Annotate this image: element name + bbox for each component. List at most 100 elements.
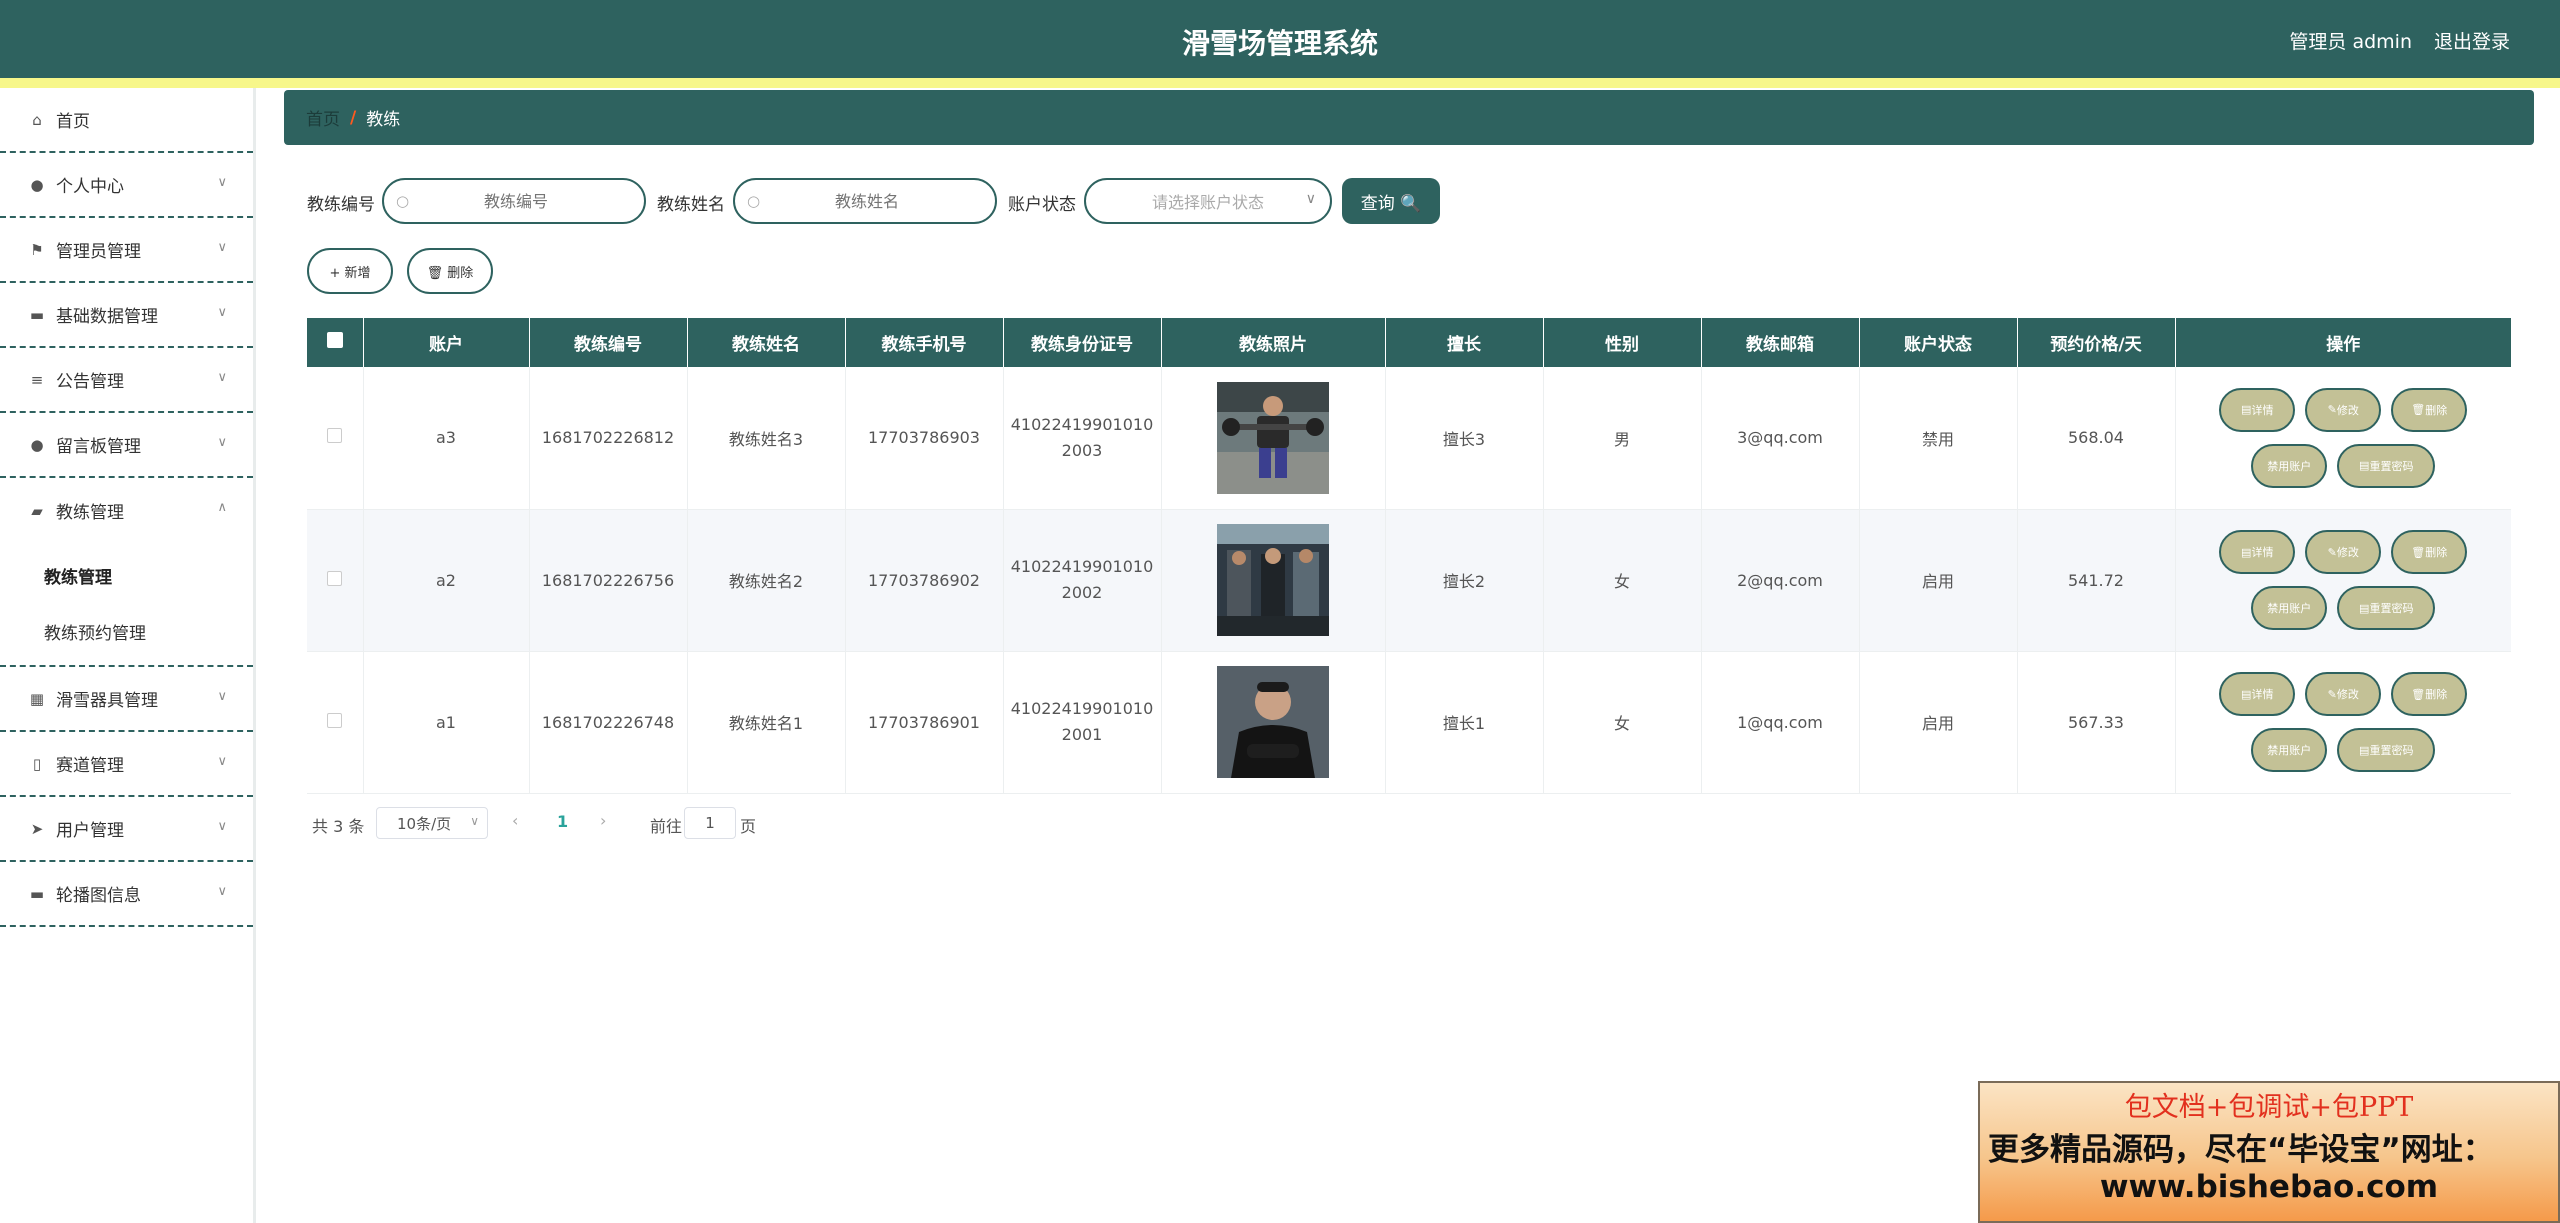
coach-photo[interactable] [1217,381,1329,494]
admin-user-label: 管理员 admin [2289,31,2412,53]
detail-button[interactable]: ▤ 详情 [2219,672,2296,716]
coach-phone-cell: 17703786903 [845,367,1004,510]
reset-password-button[interactable]: ▤ 重置密码 [2337,728,2436,772]
coach-phone-cell: 17703786902 [845,509,1004,652]
sidebar-item-message-board[interactable]: ● 留言板管理 ∨ [0,413,253,478]
coach-name-field[interactable]: ○ [733,178,997,224]
chevron-down-icon: ∨ [217,370,227,385]
row-select-cell[interactable] [307,367,364,510]
coach-name-input[interactable] [767,191,967,211]
ops-cell: ▤ 详情 ✎ 修改 🗑 删除 禁用账户 ▤ 重置密码 [2175,509,2511,652]
edit-label: 修改 [2336,403,2359,417]
row-select-cell[interactable] [307,651,364,794]
chevron-down-icon: ∨ [217,240,227,255]
column-header: 教练身份证号 [1003,318,1162,367]
prev-page-button[interactable]: ‹ [512,811,518,830]
coach-photo[interactable] [1217,524,1329,636]
sidebar-item-label: 滑雪器具管理 [56,691,158,711]
edit-button[interactable]: ✎ 修改 [2305,530,2382,574]
goto-page-input[interactable]: 1 [684,807,736,839]
disable-account-button[interactable]: 禁用账户 [2251,728,2328,772]
sidebar-item-tracks[interactable]: ▯ 赛道管理 ∨ [0,732,253,797]
page-number-1[interactable]: 1 [557,812,568,831]
coach-name-cell: 教练姓名1 [687,651,846,794]
coach-code-input[interactable] [416,191,616,211]
pin-icon: ● [30,435,44,454]
page-size-value: 10条/页 [397,814,452,833]
disable-account-button[interactable]: 禁用账户 [2251,586,2328,630]
breadcrumb-home[interactable]: 首页 [306,105,340,130]
sidebar-item-basic-data[interactable]: ▬ 基础数据管理 ∨ [0,283,253,348]
send-icon: ➤ [30,819,44,838]
delete-button[interactable]: 🗑 删除 [407,248,493,294]
account-status-select[interactable]: 请选择账户状态 ∨ [1084,178,1332,224]
chevron-down-icon: ∨ [217,689,227,704]
edit-button[interactable]: ✎ 修改 [2305,672,2382,716]
column-header: 账户状态 [1859,318,2018,367]
row-delete-button[interactable]: 🗑 删除 [2391,387,2468,432]
sidebar-item-label: 赛道管理 [56,756,124,776]
reset-password-button[interactable]: ▤ 重置密码 [2337,586,2436,630]
goto-label: 前往 [650,817,683,836]
page-size-select[interactable]: 10条/页 ∨ [376,807,488,839]
row-checkbox[interactable] [327,428,343,444]
row-delete-button[interactable]: 🗑 删除 [2391,672,2468,716]
logout-link[interactable]: 退出登录 [2434,27,2510,54]
coach-name-cell: 教练姓名2 [687,509,846,652]
delete-label: 删除 [2425,688,2448,701]
table-row: a3 1681702226812 教练姓名3 17703786903 41022… [307,367,2511,510]
chevron-up-icon: ∧ [217,500,227,515]
sidebar-item-home[interactable]: ⌂ 首页 [0,88,253,153]
chevron-down-icon: ∨ [1305,191,1316,207]
column-header: 教练姓名 [687,318,846,367]
email-cell: 2@qq.com [1701,509,1860,652]
delete-label: 删除 [2425,546,2448,559]
next-page-button[interactable]: › [600,811,606,830]
row-select-cell[interactable] [307,509,364,652]
submenu-item-coach-booking[interactable]: 教练预约管理 [0,603,253,659]
edit-label: 修改 [2336,688,2359,701]
sidebar-item-label: 教练管理 [56,503,124,523]
sidebar-item-coach-management[interactable]: ▰ 教练管理 ∧ [0,478,253,543]
chevron-down-icon: ∨ [217,754,227,769]
coach-code-label: 教练编号 [307,195,375,215]
pagination-total: 共 3 条 [312,817,365,836]
grid-icon: ▦ [29,689,45,708]
reset-password-button[interactable]: ▤ 重置密码 [2337,443,2436,488]
sidebar-item-ski-equipment[interactable]: ▦ 滑雪器具管理 ∨ [0,667,253,732]
status-cell: 禁用 [1859,367,2018,510]
add-button[interactable]: + 新增 [307,248,393,294]
select-all-header[interactable] [307,318,364,367]
sidebar-item-personal-center[interactable]: ● 个人中心 ∨ [0,153,253,218]
sidebar-item-carousel[interactable]: ▬ 轮播图信息 ∨ [0,862,253,927]
status-cell: 启用 [1859,651,2018,794]
delete-label: 删除 [2425,403,2448,417]
disable-account-button[interactable]: 禁用账户 [2251,443,2328,488]
top-header: 滑雪场管理系统 管理员 admin 退出登录 [0,0,2560,78]
sidebar-item-label: 个人中心 [56,177,124,197]
promo-line-3: www.bishebao.com [2099,1169,2439,1205]
tube-icon: ▯ [32,754,42,773]
sidebar-item-label: 用户管理 [56,821,124,841]
column-header: 账户 [363,318,530,367]
gender-cell: 女 [1543,651,1702,794]
edit-button[interactable]: ✎ 修改 [2305,387,2382,432]
coach-photo[interactable] [1217,666,1329,778]
sidebar-item-users[interactable]: ➤ 用户管理 ∨ [0,797,253,862]
column-header: 操作 [2175,318,2511,367]
column-header: 擅长 [1385,318,1544,367]
select-all-checkbox[interactable] [326,332,343,348]
coach-code-field[interactable]: ○ [382,178,646,224]
coach-submenu: 教练管理 教练预约管理 [0,543,253,667]
sidebar-item-admin-management[interactable]: ⚑ 管理员管理 ∨ [0,218,253,283]
detail-button[interactable]: ▤ 详情 [2219,387,2296,432]
price-cell: 568.04 [2017,367,2176,510]
query-button[interactable]: 查询 🔍 [1342,178,1440,224]
row-checkbox[interactable] [327,712,343,728]
detail-button[interactable]: ▤ 详情 [2219,530,2296,574]
sidebar-item-announcements[interactable]: ≡ 公告管理 ∨ [0,348,253,413]
row-delete-button[interactable]: 🗑 删除 [2391,530,2468,574]
submenu-item-coach-management[interactable]: 教练管理 [0,547,253,603]
row-checkbox[interactable] [327,570,343,586]
account-cell: a3 [363,367,530,510]
